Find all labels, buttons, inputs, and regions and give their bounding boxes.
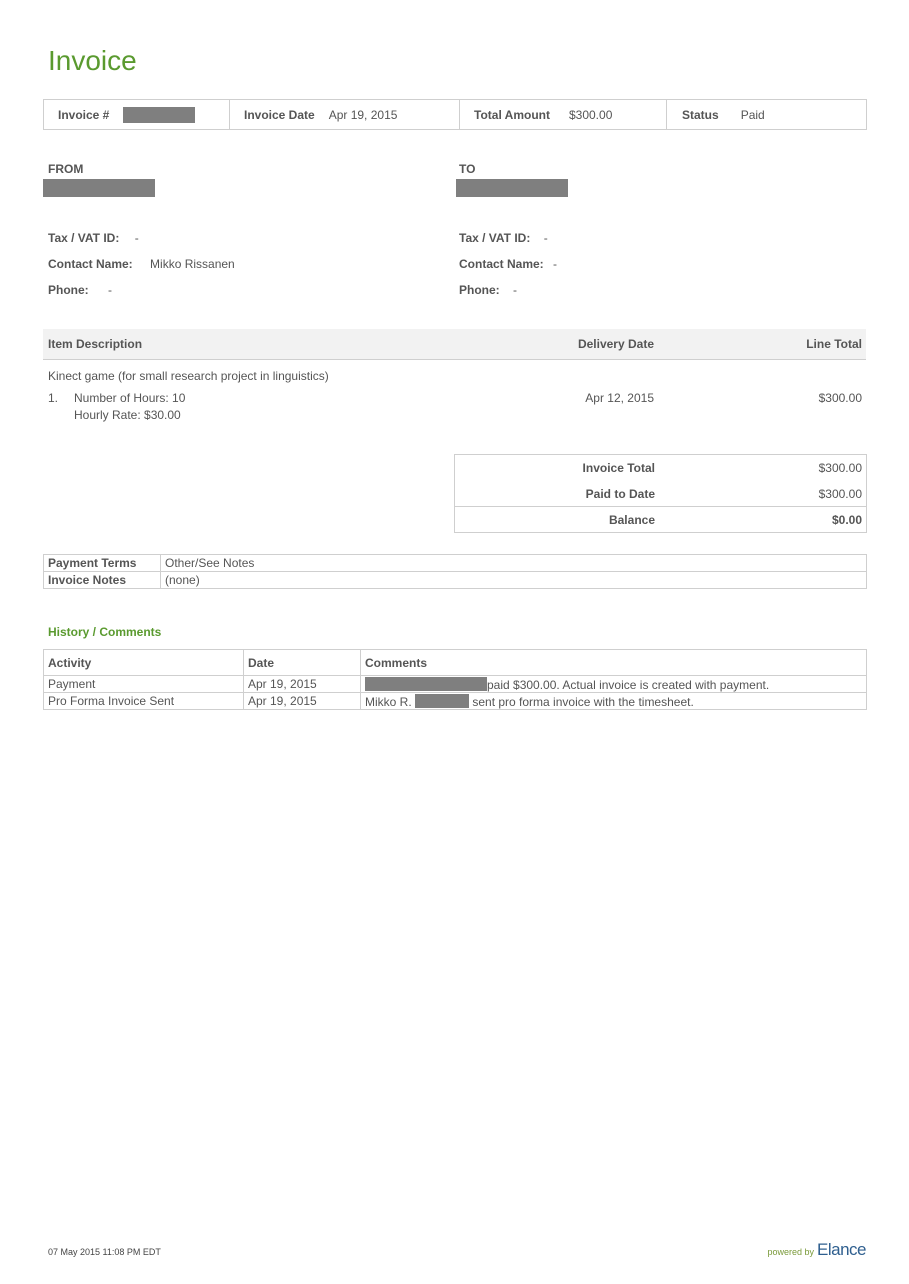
from-contact-label: Contact Name: xyxy=(48,257,133,271)
invoice-date-label: Invoice Date xyxy=(244,107,315,122)
status-cell: Status Paid xyxy=(667,100,866,129)
powered-by-text: powered by xyxy=(767,1247,815,1257)
history-title: History / Comments xyxy=(48,625,162,639)
brand-logo: Elance xyxy=(817,1240,866,1259)
to-name-redacted xyxy=(456,179,568,197)
history-activity: Payment xyxy=(43,675,244,693)
from-contact-value: Mikko Rissanen xyxy=(150,257,235,271)
item-rate: Hourly Rate: $30.00 xyxy=(74,408,181,422)
col-line-total: Line Total xyxy=(806,337,862,351)
payment-terms-label: Payment Terms xyxy=(43,554,161,572)
project-description: Kinect game (for small research project … xyxy=(48,369,329,383)
invoice-total-label: Invoice Total xyxy=(582,461,655,475)
invoice-total-value: $300.00 xyxy=(818,461,862,475)
from-tax-label: Tax / VAT ID: xyxy=(48,231,120,245)
paid-to-date-label: Paid to Date xyxy=(585,487,655,501)
history-comment-text: paid $300.00. Actual invoice is created … xyxy=(487,677,770,692)
balance-row: Balance $0.00 xyxy=(455,506,866,533)
paid-to-date-value: $300.00 xyxy=(818,487,862,501)
col-date: Date xyxy=(243,649,361,676)
history-comment: Mikko R. sent pro forma invoice with the… xyxy=(360,692,867,710)
payment-terms-row: Payment Terms Other/See Notes xyxy=(43,554,867,572)
to-tax-row: Tax / VAT ID: - xyxy=(459,231,548,245)
col-item-description: Item Description xyxy=(48,337,143,351)
paid-to-date-row: Paid to Date $300.00 xyxy=(455,481,866,507)
payment-terms-value: Other/See Notes xyxy=(160,554,867,572)
col-activity: Activity xyxy=(43,649,244,676)
items-header: Item Description Delivery Date Line Tota… xyxy=(43,329,866,360)
history-date: Apr 19, 2015 xyxy=(243,675,361,693)
balance-value: $0.00 xyxy=(831,513,862,527)
invoice-summary-bar: Invoice # Invoice Date Apr 19, 2015 Tota… xyxy=(43,99,867,130)
item-number: 1. xyxy=(48,391,59,405)
to-phone-label: Phone: xyxy=(459,283,500,297)
table-row: Pro Forma Invoice Sent Apr 19, 2015 Mikk… xyxy=(43,692,867,710)
history-user-redacted xyxy=(415,693,470,708)
history-comment-text: sent pro forma invoice with the timeshee… xyxy=(472,694,694,709)
from-tax-value: - xyxy=(134,231,139,245)
invoice-notes-label: Invoice Notes xyxy=(43,571,161,589)
history-comment: paid $300.00. Actual invoice is created … xyxy=(360,675,867,693)
history-header-row: Activity Date Comments xyxy=(43,649,867,676)
from-contact-row: Contact Name: Mikko Rissanen xyxy=(48,257,235,271)
to-heading: TO xyxy=(459,162,476,176)
item-delivery-date: Apr 12, 2015 xyxy=(585,391,654,405)
item-line-total: $300.00 xyxy=(818,391,862,405)
powered-by-logo: powered by Elance xyxy=(767,1240,866,1260)
total-amount-label: Total Amount xyxy=(474,107,550,122)
to-contact-label: Contact Name: xyxy=(459,257,544,271)
history-comment-prefix: Mikko R. xyxy=(365,694,412,709)
from-tax-row: Tax / VAT ID: - xyxy=(48,231,139,245)
item-hours: Number of Hours: 10 xyxy=(74,391,186,405)
history-date: Apr 19, 2015 xyxy=(243,692,361,710)
to-tax-label: Tax / VAT ID: xyxy=(459,231,531,245)
history-user-redacted xyxy=(365,676,487,691)
invoice-number-label: Invoice # xyxy=(58,107,110,122)
to-tax-value: - xyxy=(543,231,548,245)
to-phone-value: - xyxy=(513,283,518,297)
balance-label: Balance xyxy=(608,513,655,527)
to-contact-value: - xyxy=(553,257,558,271)
col-comments: Comments xyxy=(360,649,867,676)
invoice-date-value: Apr 19, 2015 xyxy=(328,107,398,122)
status-value: Paid xyxy=(740,107,765,122)
status-label: Status xyxy=(682,107,719,122)
total-amount-value: $300.00 xyxy=(568,107,613,122)
invoice-total-row: Invoice Total $300.00 xyxy=(455,455,866,481)
invoice-number-redacted xyxy=(123,106,196,123)
from-phone-label: Phone: xyxy=(48,283,89,297)
terms-table: Payment Terms Other/See Notes Invoice No… xyxy=(43,554,867,589)
total-amount-cell: Total Amount $300.00 xyxy=(460,100,667,129)
to-phone-row: Phone: - xyxy=(459,283,517,297)
from-heading: FROM xyxy=(48,162,84,176)
from-phone-row: Phone: - xyxy=(48,283,112,297)
page-title: Invoice xyxy=(48,45,137,76)
totals-box: Invoice Total $300.00 Paid to Date $300.… xyxy=(454,454,867,533)
invoice-notes-value: (none) xyxy=(160,571,867,589)
col-delivery-date: Delivery Date xyxy=(577,337,654,351)
invoice-number-cell: Invoice # xyxy=(44,100,230,129)
history-activity: Pro Forma Invoice Sent xyxy=(43,692,244,710)
to-contact-row: Contact Name: - xyxy=(459,257,557,271)
generated-timestamp: 07 May 2015 11:08 PM EDT xyxy=(48,1247,161,1257)
table-row: Payment Apr 19, 2015 paid $300.00. Actua… xyxy=(43,675,867,693)
invoice-notes-row: Invoice Notes (none) xyxy=(43,571,867,589)
invoice-date-cell: Invoice Date Apr 19, 2015 xyxy=(230,100,460,129)
history-table: Activity Date Comments Payment Apr 19, 2… xyxy=(43,649,867,710)
from-name-redacted xyxy=(43,179,155,197)
from-phone-value: - xyxy=(108,283,113,297)
